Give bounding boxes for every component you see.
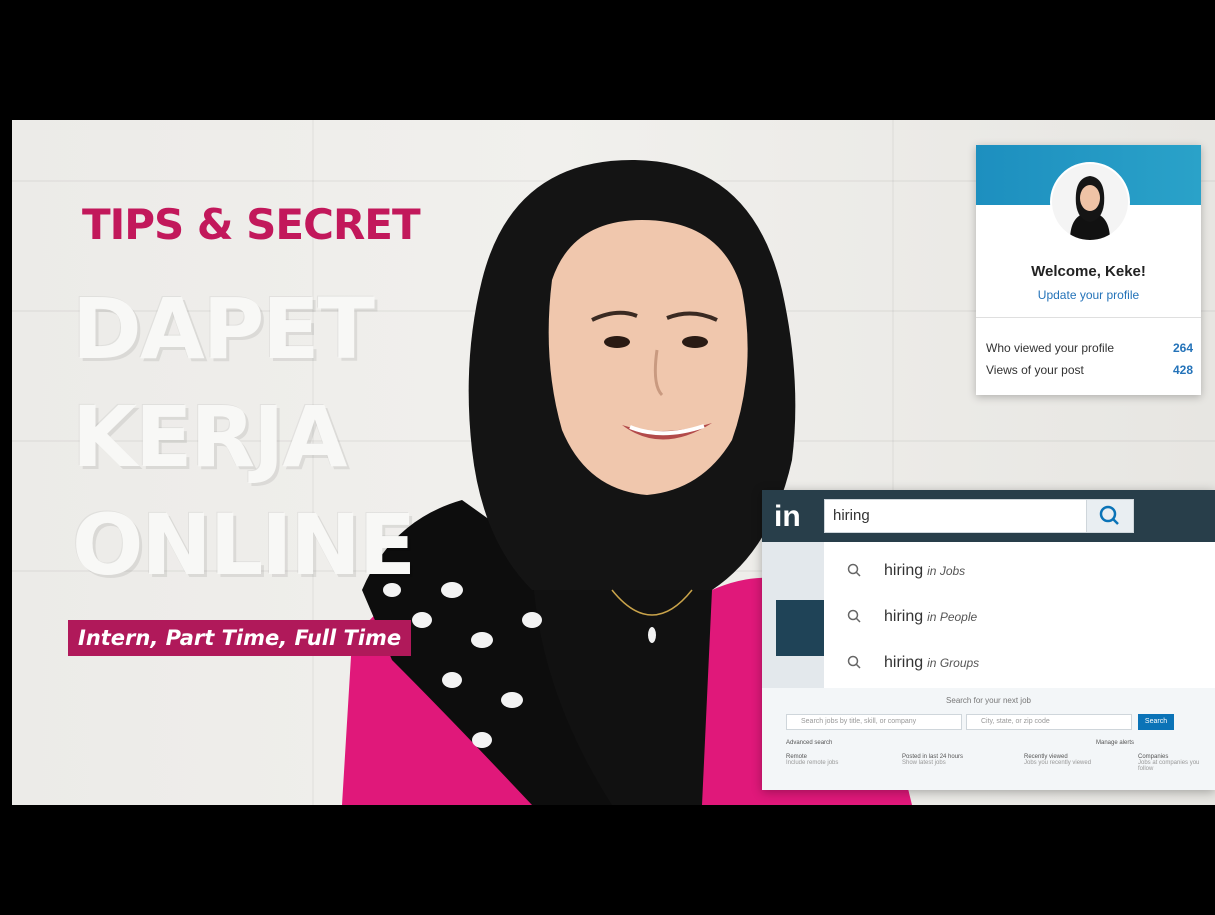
stat-profile-views[interactable]: Who viewed your profile 264 [986, 341, 1193, 355]
video-thumbnail: TIPS & SECRET DAPET KERJA ONLINE Intern,… [12, 120, 1215, 805]
search-icon [847, 655, 861, 669]
headline-line-1: DAPET [72, 280, 375, 378]
linkedin-search-panel: in hiring hiring in Jobs hiring in Peopl… [762, 490, 1215, 790]
suggestion-term: hiring [884, 608, 924, 625]
stat-value: 264 [1172, 341, 1193, 355]
suggestion-term: hiring [884, 654, 924, 671]
job-search-button[interactable]: Search [1138, 714, 1174, 730]
search-icon [847, 563, 861, 577]
divider [976, 317, 1201, 318]
letterbox-top [0, 0, 1215, 120]
advanced-search-link[interactable]: Advanced search [786, 740, 832, 746]
filter-companies[interactable]: Companies Jobs at companies you follow [1138, 754, 1215, 772]
stat-label: Views of your post [986, 363, 1084, 377]
page-background-block [776, 600, 824, 656]
search-input-value: hiring [833, 507, 870, 524]
suggestion-scope: in Groups [927, 656, 980, 670]
search-button[interactable] [1086, 500, 1133, 532]
search-suggestions: hiring in Jobs hiring in People hiring in G… [824, 542, 1215, 689]
stat-label: Who viewed your profile [986, 341, 1115, 355]
avatar-photo [1052, 164, 1128, 240]
filter-viewed[interactable]: Recently viewed Jobs you recently viewed [1024, 754, 1091, 766]
suggestion-scope: in People [927, 610, 978, 624]
search-icon [1099, 505, 1119, 525]
jobs-title: Search for your next job [946, 696, 1031, 705]
stat-post-views[interactable]: Views of your post 428 [986, 363, 1193, 377]
headline-line-2: KERJA [72, 388, 347, 486]
suggestion-scope: in Jobs [927, 564, 966, 578]
filter-sub: Include remote jobs [786, 760, 839, 766]
job-keyword-input[interactable]: Search jobs by title, skill, or company [786, 714, 962, 730]
jobs-search-area: Search for your next job Search jobs by … [762, 688, 1215, 790]
headline-tips: TIPS & SECRET [82, 200, 421, 249]
update-profile-link[interactable]: Update your profile [976, 288, 1201, 302]
welcome-text: Welcome, Keke! [1031, 263, 1146, 280]
linkedin-topbar: in hiring [762, 490, 1215, 542]
suggestion-people[interactable]: hiring in People [824, 596, 1215, 640]
suggestion-groups[interactable]: hiring in Groups [824, 642, 1215, 686]
suggestion-term: hiring [884, 562, 924, 579]
headline-line-3: ONLINE [72, 496, 416, 594]
filter-sub: Jobs at companies you follow [1138, 760, 1200, 772]
letterbox-bottom [0, 805, 1215, 915]
stat-value: 428 [1172, 363, 1193, 377]
search-icon [847, 609, 861, 623]
filter-remote[interactable]: Remote Include remote jobs [786, 754, 838, 766]
tagline-badge: Intern, Part Time, Full Time [68, 620, 412, 656]
manage-alerts-link[interactable]: Manage alerts [1096, 740, 1134, 746]
filter-sub: Show latest jobs [902, 760, 946, 766]
filter-recent[interactable]: Posted in last 24 hours Show latest jobs [902, 754, 963, 766]
linkedin-logo[interactable]: in [774, 500, 810, 534]
avatar[interactable] [1050, 162, 1130, 242]
suggestion-jobs[interactable]: hiring in Jobs [824, 550, 1215, 594]
filter-sub: Jobs you recently viewed [1024, 760, 1092, 766]
profile-card: Welcome, Keke! Update your profile Who v… [976, 145, 1201, 395]
search-input[interactable]: hiring [824, 499, 1134, 533]
job-location-input[interactable]: City, state, or zip code [966, 714, 1132, 730]
